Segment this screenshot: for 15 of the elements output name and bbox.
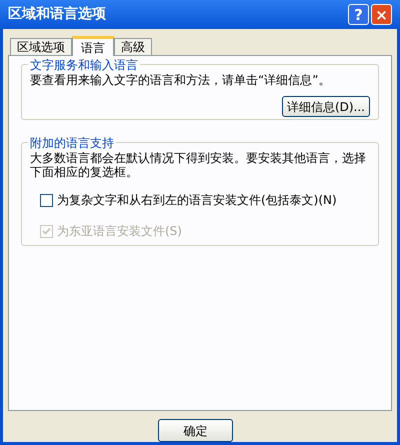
tab[interactable]: 语言 <box>72 36 114 56</box>
group-title: 文字服务和输入语言 <box>28 56 140 74</box>
tab[interactable]: 高级 <box>114 38 152 55</box>
close-button[interactable]: × <box>371 4 392 25</box>
window-title: 区域和语言选项 <box>8 4 107 24</box>
checkbox[interactable] <box>40 194 53 206</box>
group-title: 附加的语言支持 <box>28 134 116 152</box>
ok-button[interactable]: 确定 <box>158 419 233 442</box>
tab[interactable]: 区域选项 <box>10 38 72 55</box>
details-button[interactable]: 详细信息(D)... <box>282 96 370 117</box>
description-text: 要查看用来输入文字的语言和方法，请单击“详细信息”。 <box>30 73 332 88</box>
help-button[interactable]: ? <box>348 4 369 25</box>
checkbox-label: 为东亚语言安装文件(S) <box>57 223 182 240</box>
description-text: 大多数语言都会在默认情况下得到安装。要安装其他语言，选择下面相应的复选框。 <box>30 151 367 179</box>
checkbox-label: 为复杂文字和从右到左的语言安装文件(包括泰文)(N) <box>57 192 337 209</box>
